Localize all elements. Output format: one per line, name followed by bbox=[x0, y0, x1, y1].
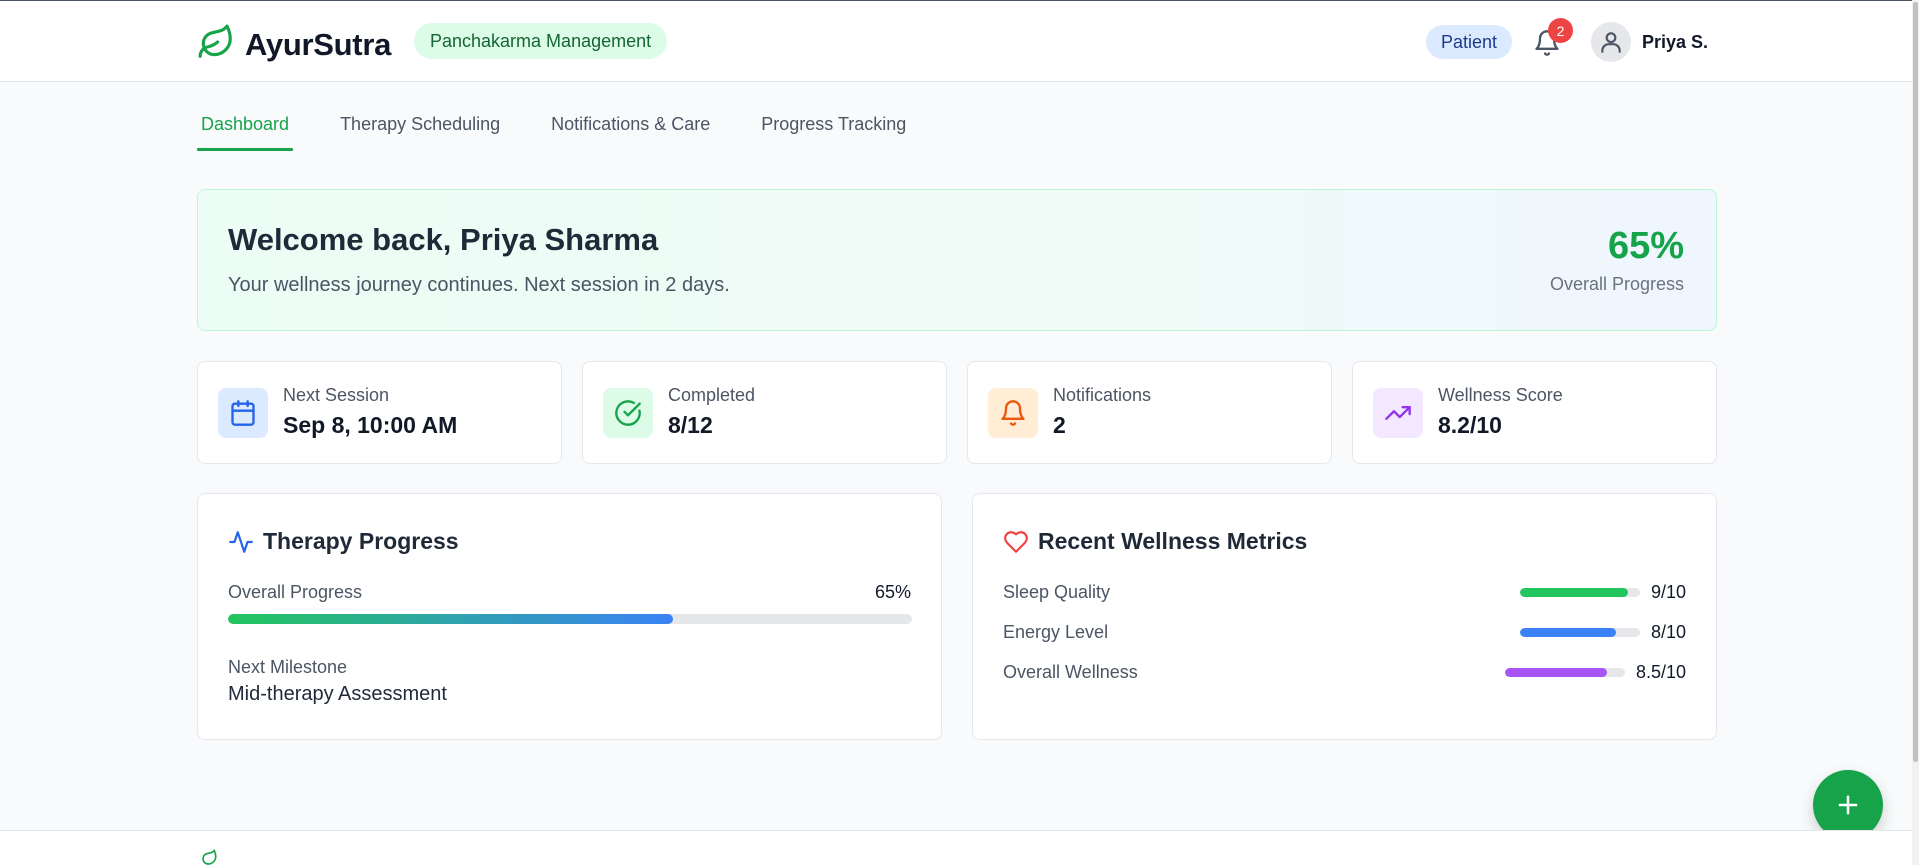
stat-card-wellness-score[interactable]: Wellness Score 8.2/10 bbox=[1352, 361, 1717, 464]
check-circle-icon bbox=[603, 388, 653, 438]
metric-overall-wellness: Overall Wellness 8.5/10 bbox=[1003, 662, 1686, 686]
plus-icon bbox=[1838, 795, 1858, 815]
scrollbar-thumb[interactable] bbox=[1913, 2, 1918, 762]
stat-card-next-session[interactable]: Next Session Sep 8, 10:00 AM bbox=[197, 361, 562, 464]
metric-bar bbox=[1519, 588, 1640, 597]
welcome-title: Welcome back, Priya Sharma bbox=[228, 222, 659, 257]
stat-value: Sep 8, 10:00 AM bbox=[283, 412, 458, 438]
metric-bar-fill bbox=[1519, 628, 1616, 637]
user-name: Priya S. bbox=[1642, 31, 1709, 52]
stat-label: Wellness Score bbox=[1438, 385, 1563, 405]
metric-label: Energy Level bbox=[1003, 622, 1109, 642]
stat-label: Notifications bbox=[1053, 385, 1152, 405]
metric-bar-fill bbox=[1504, 668, 1607, 677]
panel-header: Therapy Progress bbox=[228, 528, 459, 555]
overall-progress-fill bbox=[228, 614, 673, 624]
metric-sleep-quality: Sleep Quality 9/10 bbox=[1003, 582, 1686, 606]
tab-therapy-scheduling[interactable]: Therapy Scheduling bbox=[336, 110, 504, 151]
overall-progress-percent: 65% bbox=[874, 582, 911, 602]
panel-header: Recent Wellness Metrics bbox=[1003, 528, 1307, 555]
avatar bbox=[1591, 22, 1631, 62]
metric-bar bbox=[1504, 668, 1625, 677]
stat-card-completed[interactable]: Completed 8/12 bbox=[582, 361, 947, 464]
tab-progress-tracking[interactable]: Progress Tracking bbox=[757, 110, 910, 151]
next-milestone-value: Mid-therapy Assessment bbox=[228, 683, 447, 705]
wellness-metrics-panel: Recent Wellness Metrics Sleep Quality 9/… bbox=[972, 493, 1717, 740]
stat-card-notifications[interactable]: Notifications 2 bbox=[967, 361, 1332, 464]
stat-value: 8/12 bbox=[668, 412, 713, 438]
tab-dashboard[interactable]: Dashboard bbox=[197, 110, 294, 151]
notifications-button[interactable]: 2 bbox=[1531, 18, 1573, 59]
app-header: AyurSutra Panchakarma Management Patient… bbox=[0, 1, 1912, 82]
metric-value: 8.5/10 bbox=[1635, 662, 1686, 682]
welcome-subtitle: Your wellness journey continues. Next se… bbox=[228, 274, 730, 296]
app-subtitle-badge: Panchakarma Management bbox=[414, 23, 668, 59]
heart-icon bbox=[1004, 530, 1028, 553]
panel-title: Therapy Progress bbox=[263, 528, 459, 554]
activity-icon bbox=[229, 530, 253, 553]
main-tabs: Dashboard Therapy Scheduling Notificatio… bbox=[197, 110, 953, 151]
stat-label: Next Session bbox=[283, 385, 390, 405]
metric-bar bbox=[1519, 628, 1640, 637]
panel-title: Recent Wellness Metrics bbox=[1038, 528, 1308, 554]
next-milestone-label: Next Milestone bbox=[228, 657, 348, 677]
leaf-icon bbox=[197, 23, 235, 66]
stat-value: 2 bbox=[1053, 412, 1066, 438]
overall-progress-bar bbox=[228, 614, 912, 624]
page-footer bbox=[0, 830, 1912, 865]
role-badge: Patient bbox=[1426, 25, 1513, 59]
user-icon bbox=[1601, 32, 1621, 53]
app-logo[interactable]: AyurSutra bbox=[197, 23, 391, 66]
metric-label: Overall Wellness bbox=[1003, 662, 1138, 682]
metric-bar-fill bbox=[1519, 588, 1628, 597]
app-name: AyurSutra bbox=[245, 26, 392, 62]
bell-icon bbox=[988, 388, 1038, 438]
calendar-icon bbox=[218, 388, 268, 438]
leaf-icon bbox=[202, 849, 217, 865]
stat-label: Completed bbox=[668, 385, 756, 405]
therapy-progress-panel: Therapy Progress Overall Progress 65% Ne… bbox=[197, 493, 942, 740]
stat-value: 8.2/10 bbox=[1438, 412, 1502, 438]
welcome-banner: Welcome back, Priya Sharma Your wellness… bbox=[197, 189, 1717, 331]
tab-notifications-care[interactable]: Notifications & Care bbox=[547, 110, 714, 151]
overall-progress-label: Overall Progress bbox=[228, 582, 363, 602]
trending-up-icon bbox=[1373, 388, 1423, 438]
page-scrollbar[interactable] bbox=[1912, 0, 1919, 865]
metric-value: 8/10 bbox=[1650, 622, 1686, 642]
metric-energy-level: Energy Level 8/10 bbox=[1003, 622, 1686, 646]
user-menu[interactable]: Priya S. bbox=[1591, 22, 1708, 62]
metric-value: 9/10 bbox=[1650, 582, 1686, 602]
metric-label: Sleep Quality bbox=[1003, 582, 1111, 602]
notification-count-badge: 2 bbox=[1548, 18, 1573, 43]
overall-progress-value: 65% bbox=[1607, 225, 1684, 267]
overall-progress-label: Overall Progress bbox=[1549, 274, 1684, 294]
